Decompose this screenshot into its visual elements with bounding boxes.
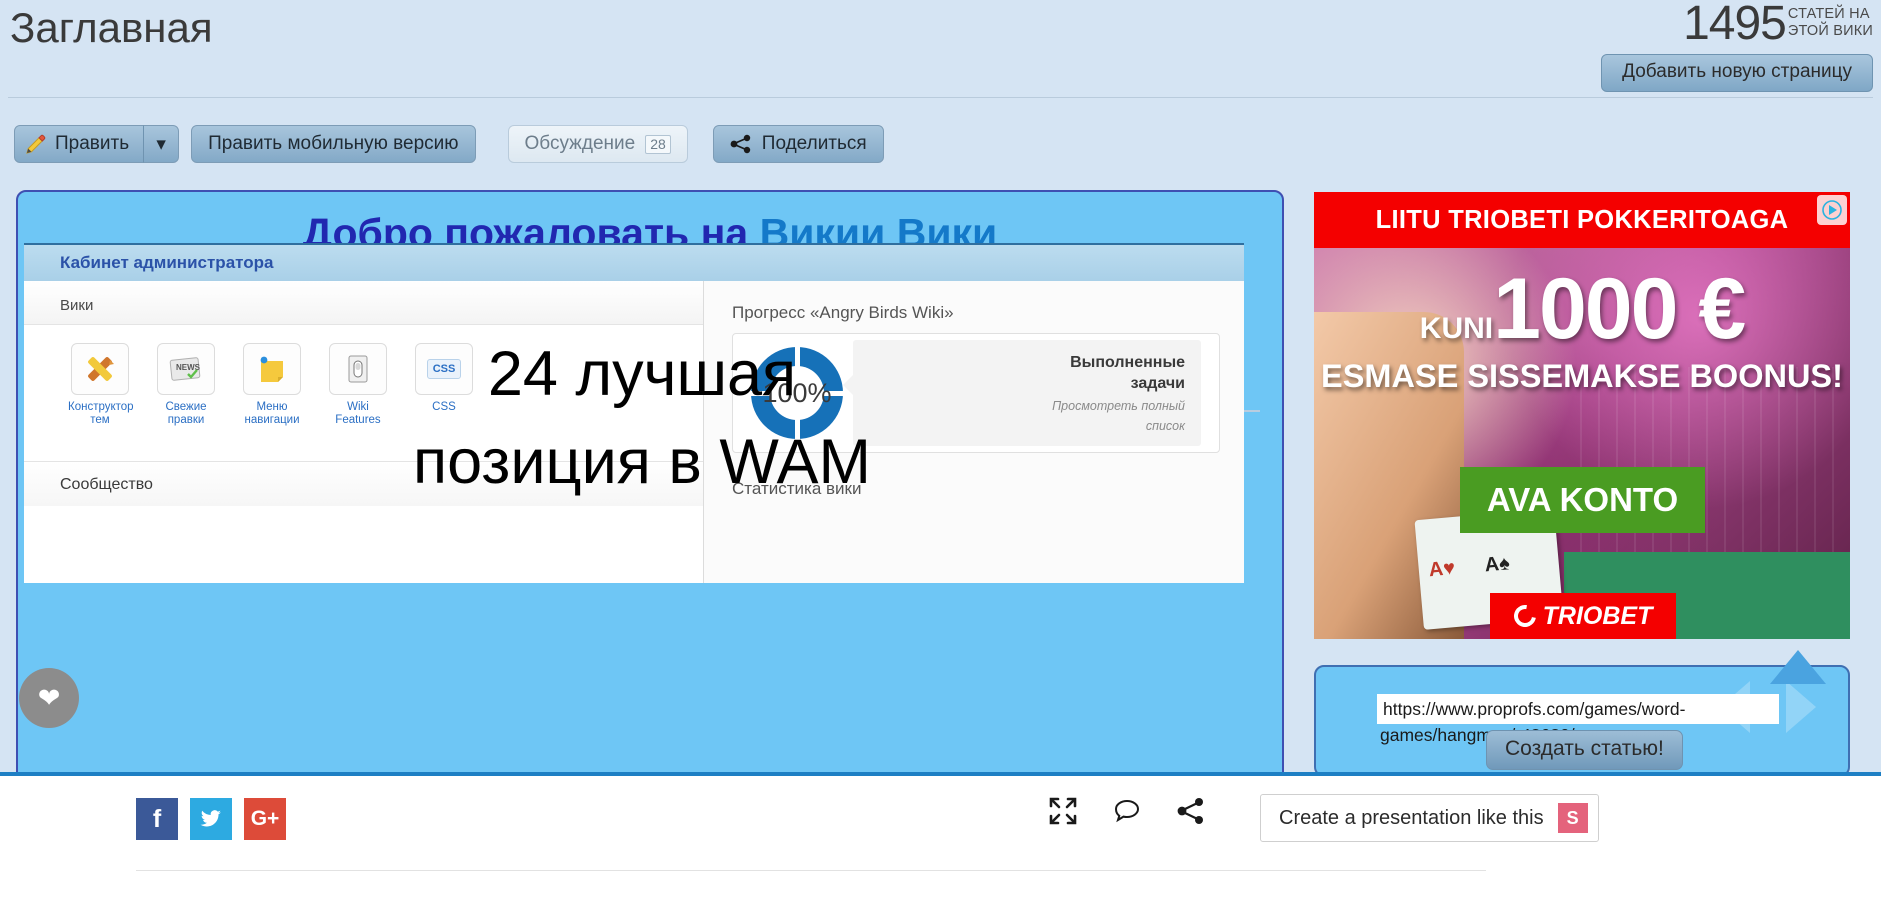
edit-button-label: Править	[55, 133, 130, 154]
ad-kuni-label: KUNI	[1419, 312, 1494, 345]
header-divider	[8, 97, 1873, 98]
dashboard-tile-label: Меню навигации	[244, 401, 300, 426]
article-count-label-line2: ЭТОЙ ВИКИ	[1787, 23, 1873, 39]
edit-mobile-version-button[interactable]: Править мобильную версию	[191, 125, 476, 163]
share-icon	[730, 134, 752, 154]
create-article-button[interactable]: Создать статью!	[1486, 730, 1683, 770]
ad-bonus-text: ESMASE SISSEMAKSE BOONUS!	[1321, 358, 1843, 394]
theme-designer-icon	[71, 343, 129, 395]
edit-button[interactable]: Править	[14, 125, 145, 163]
article-count-number: 1495	[1683, 0, 1787, 50]
ad-amount-line: KUNI1000 €	[1314, 260, 1850, 359]
view-full-list-link-line1[interactable]: Просмотреть полный	[881, 398, 1185, 414]
ad-headline-bar: LIITU TRIOBETI POKKERITOAGA	[1314, 192, 1850, 248]
dashboard-tile-row: Конструктор тем NEWS Свежие правки Меню …	[24, 325, 703, 427]
article-count-label: СТАТЕЙ НА ЭТОЙ ВИКИ	[1786, 2, 1873, 40]
dashboard-tile-navigation-menu[interactable]: Меню навигации	[240, 343, 304, 427]
view-full-list-link-line2[interactable]: список	[881, 418, 1185, 434]
completed-tasks-box[interactable]: Выполненные задачи Просмотреть полный сп…	[843, 340, 1201, 446]
progress-percent-label: 100%	[762, 377, 832, 408]
talk-count-badge: 28	[645, 134, 671, 154]
dashboard-section-community-label: Сообщество	[24, 461, 703, 506]
admin-dashboard-title: Кабинет администратора	[24, 245, 1244, 281]
admin-dashboard-left-column: Вики Конструктор тем NEWS Свежие правки …	[24, 281, 704, 583]
chevron-down-icon: ▾	[156, 133, 166, 155]
heart-icon: ❤	[37, 682, 61, 713]
dashboard-tile-label: Wiki Features	[335, 401, 381, 426]
bottom-bar-left-gutter	[0, 776, 104, 916]
progress-donut-chart: 100%	[751, 347, 843, 439]
bottom-bar-action-icons	[1048, 796, 1206, 831]
completed-tasks-title-line2: задачи	[1130, 375, 1185, 392]
googleplus-share-button[interactable]: G+	[244, 798, 286, 840]
wiki-features-icon	[329, 343, 387, 395]
dashboard-tile-label: Свежие правки	[165, 401, 207, 426]
dashboard-tile-label: Конструктор тем	[68, 401, 134, 426]
scroll-up-arrow-icon[interactable]	[1770, 650, 1826, 684]
navigation-menu-icon	[243, 343, 301, 395]
admin-dashboard-body: Вики Конструктор тем NEWS Свежие правки …	[24, 281, 1244, 583]
comment-icon[interactable]	[1112, 796, 1142, 831]
css-icon-text: CSS	[426, 359, 462, 379]
twitter-share-button[interactable]	[190, 798, 232, 840]
bottom-embed-bar: f G+ Create a presentation like this S	[0, 772, 1881, 916]
ad-brand-name: TRIOBET	[1542, 601, 1653, 630]
ad-brand-logo: TRIOBET	[1490, 593, 1676, 639]
share-button-label: Поделиться	[761, 133, 867, 154]
admin-dashboard-screenshot: Кабинет администратора Вики Конструктор	[24, 243, 1244, 583]
article-toolbar: Править ▾ Править мобильную версию Обсуж…	[14, 125, 884, 163]
triobet-ring-icon	[1509, 600, 1540, 632]
bottom-bar-divider	[136, 870, 1486, 871]
admin-dashboard-right-column: Прогресс «Angry Birds Wiki» 100% Выполне…	[704, 281, 1244, 583]
dashboard-tile-css[interactable]: CSS CSS	[412, 343, 476, 427]
talk-button-label: Обсуждение	[524, 133, 636, 154]
favorite-heart-badge[interactable]: ❤	[19, 668, 79, 728]
twitter-icon	[200, 810, 221, 827]
progress-panel-title: Прогресс «Angry Birds Wiki»	[732, 303, 954, 322]
bottom-bar-content: f G+ Create a presentation like this S	[120, 776, 1766, 862]
edit-dropdown-button[interactable]: ▾	[143, 125, 180, 163]
add-new-page-button[interactable]: Добавить новую страницу	[1601, 54, 1873, 92]
bottom-bar-card: f G+ Create a presentation like this S	[120, 776, 1766, 916]
progress-card: 100% Выполненные задачи Просмотреть полн…	[732, 333, 1220, 453]
pencil-icon	[25, 133, 47, 155]
dashboard-section-wiki-label: Вики	[24, 281, 703, 325]
ad-choices-icon[interactable]	[1817, 195, 1847, 225]
share-icon[interactable]	[1176, 797, 1206, 830]
slideshare-logo: S	[1557, 803, 1588, 833]
page-title: Заглавная	[10, 4, 213, 51]
ad-card-pip-hearts: A♥	[1427, 556, 1457, 582]
dashboard-tile-label: CSS	[432, 401, 456, 413]
wiki-statistics-label: Статистика вики	[732, 479, 862, 498]
completed-tasks-title-line1: Выполненные	[1070, 354, 1185, 371]
article-counter-area: 1495 СТАТЕЙ НА ЭТОЙ ВИКИ Добавить новую …	[1601, 0, 1873, 92]
talk-button[interactable]: Обсуждение 28	[507, 125, 688, 163]
share-button[interactable]: Поделиться	[712, 125, 884, 163]
ad-card-pip-spades: A♠	[1483, 552, 1511, 577]
dashboard-tile-theme-designer[interactable]: Конструктор тем	[68, 343, 134, 427]
css-icon: CSS	[415, 343, 473, 395]
dashboard-tile-wiki-features[interactable]: Wiki Features	[326, 343, 390, 427]
page-root: Заглавная 1495 СТАТЕЙ НА ЭТОЙ ВИКИ Добав…	[0, 0, 1881, 916]
advertisement-banner[interactable]: A♥ A♠ LIITU TRIOBETI POKKERITOAGA KUNI10…	[1314, 192, 1850, 639]
article-url-input[interactable]	[1377, 694, 1779, 724]
page-header: Заглавная 1495 СТАТЕЙ НА ЭТОЙ ВИКИ Добав…	[0, 0, 1881, 112]
dashboard-tile-recent-changes[interactable]: NEWS Свежие правки	[154, 343, 218, 427]
ad-amount-value: 1000 €	[1493, 261, 1746, 357]
recent-changes-icon: NEWS	[157, 343, 215, 395]
create-presentation-label: Create a presentation like this	[1279, 806, 1544, 829]
article-count-label-line1: СТАТЕЙ НА	[1787, 6, 1870, 22]
decoration-triangle-right	[1786, 681, 1816, 733]
fullscreen-icon[interactable]	[1048, 796, 1078, 831]
create-presentation-button[interactable]: Create a presentation like this S	[1260, 794, 1599, 842]
ad-open-account-button[interactable]: AVA KONTO	[1460, 467, 1705, 533]
facebook-share-button[interactable]: f	[136, 798, 178, 840]
